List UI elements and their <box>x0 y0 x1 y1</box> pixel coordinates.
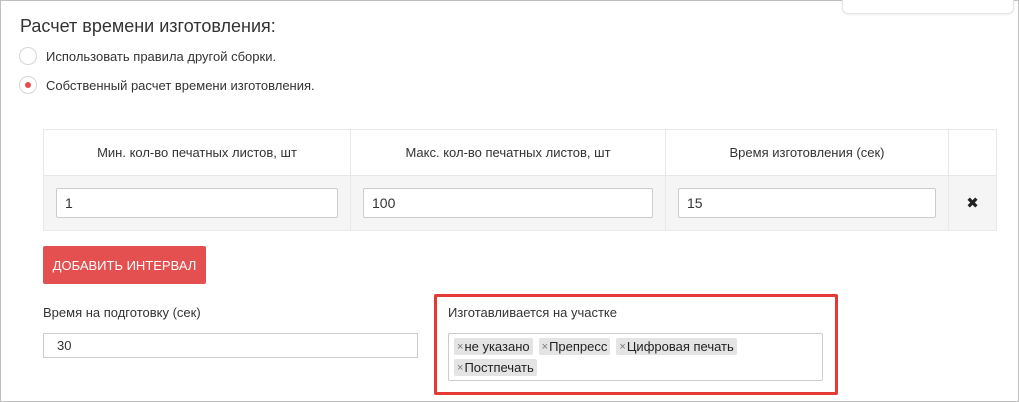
header-max-sheets: Макс. кол-во печатных листов, шт <box>350 129 666 176</box>
radio-label-other-build: Использовать правила другой сборки. <box>46 48 277 64</box>
header-min-sheets: Мин. кол-во печатных листов, шт <box>43 129 351 176</box>
tag-not-specified: × не указано <box>454 338 533 355</box>
intervals-table: Мин. кол-во печатных листов, шт Макс. ко… <box>43 129 997 231</box>
tag-label: Препресс <box>549 339 608 354</box>
header-production-time: Время изготовления (сек) <box>665 129 949 176</box>
radio-label-own-calculation: Собственный расчет времени изготовления. <box>46 77 315 93</box>
tag-postprint: × Постпечать <box>454 359 537 376</box>
remove-tag-icon[interactable]: × <box>457 341 463 353</box>
radio-other-build[interactable]: Использовать правила другой сборки. <box>19 47 276 65</box>
add-interval-button[interactable]: ДОБАВИТЬ ИНТЕРВАЛ <box>43 246 206 284</box>
table-row: ✖ <box>43 175 997 231</box>
tag-prepress: × Препресс <box>538 338 611 355</box>
remove-tag-icon[interactable]: × <box>457 362 463 374</box>
floating-panel <box>842 0 1014 14</box>
tag-digital-print: × Цифровая печать <box>616 338 737 355</box>
tag-label: Постпечать <box>464 360 534 375</box>
close-icon[interactable]: ✖ <box>966 195 979 212</box>
max-sheets-input[interactable] <box>363 188 653 218</box>
prep-time-label: Время на подготовку (сек) <box>43 305 201 320</box>
prep-time-input[interactable] <box>43 333 418 358</box>
radio-button-unselected[interactable] <box>19 47 37 65</box>
production-area-label: Изготавливается на участке <box>448 305 617 320</box>
radio-own-calculation[interactable]: Собственный расчет времени изготовления. <box>19 76 315 94</box>
remove-tag-icon[interactable]: × <box>542 341 548 353</box>
min-sheets-input[interactable] <box>56 188 338 218</box>
remove-tag-icon[interactable]: × <box>619 341 625 353</box>
table-header-row: Мин. кол-во печатных листов, шт Макс. ко… <box>43 129 997 176</box>
section-title: Расчет времени изготовления: <box>20 16 276 36</box>
radio-dot-icon <box>25 82 31 88</box>
production-area-multiselect[interactable]: × не указано × Препресс × Цифровая печат… <box>448 333 823 381</box>
production-time-input[interactable] <box>678 188 936 218</box>
header-actions <box>948 129 997 176</box>
tag-label: не указано <box>464 339 530 354</box>
tag-label: Цифровая печать <box>626 339 734 354</box>
radio-button-selected[interactable] <box>19 76 37 94</box>
